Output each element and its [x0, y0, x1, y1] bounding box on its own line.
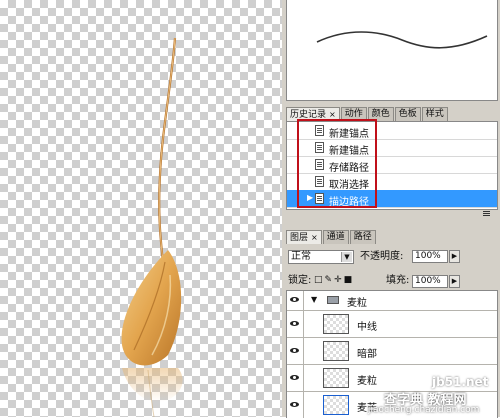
blend-mode-select[interactable]: 正常 ▼ — [288, 250, 354, 264]
layer-name: 暗部 — [357, 349, 377, 360]
wheat-grain-illustration — [121, 37, 183, 417]
lock-transparent-icon[interactable]: □ — [314, 275, 325, 285]
visibility-toggle[interactable] — [287, 291, 304, 310]
close-icon[interactable]: × — [311, 233, 318, 242]
opacity-slider-button[interactable]: ▶ — [449, 250, 460, 263]
layer-name: 中线 — [357, 322, 377, 333]
eye-icon — [290, 402, 299, 407]
tab-paths[interactable]: 路径 — [349, 230, 376, 244]
tab-channels[interactable]: 通道 — [322, 230, 349, 244]
stroke-preview — [286, 0, 498, 101]
lock-move-icon[interactable]: ✛ — [334, 275, 344, 285]
lock-label: 锁定: — [288, 275, 312, 286]
visibility-toggle[interactable] — [287, 392, 304, 418]
opacity-label: 不透明度: — [360, 251, 404, 262]
annotation-highlight-box — [297, 119, 377, 208]
layers-tabbar: 图层 × 通道 路径 — [286, 230, 377, 244]
layer-thumbnail — [323, 341, 349, 361]
tab-label: 图层 — [290, 233, 309, 243]
lock-options[interactable]: □✎✛■ — [314, 275, 354, 285]
tab-layers[interactable]: 图层 × — [286, 230, 322, 244]
layer-name: 麦粒 — [357, 376, 377, 387]
history-footer — [286, 209, 496, 220]
folder-icon — [327, 296, 339, 304]
blend-mode-value: 正常 — [291, 251, 311, 262]
lock-all-icon[interactable]: ■ — [344, 275, 355, 285]
layer-thumbnail — [323, 368, 349, 388]
eye-icon — [290, 321, 299, 326]
fill-input[interactable]: 100% — [412, 275, 448, 288]
eye-icon — [290, 297, 299, 302]
tab-styles[interactable]: 样式 — [421, 107, 448, 121]
layer-thumbnail — [323, 314, 349, 334]
document-canvas[interactable] — [0, 0, 282, 417]
fill-slider-button[interactable]: ▶ — [449, 275, 460, 288]
layer-group-row[interactable]: ▼ 麦粒 — [287, 291, 497, 311]
layer-row[interactable]: 暗部 — [287, 338, 497, 365]
grain-reflection — [122, 368, 183, 403]
layer-group-name: 麦粒 — [347, 298, 367, 309]
chevron-down-icon[interactable]: ▼ — [311, 295, 317, 304]
right-dock: 历史记录 × 动作 颜色 色板 样式 新建锚点 新建锚点 存储路径 取消选择 ▶ … — [282, 0, 500, 418]
tab-swatches[interactable]: 色板 — [394, 107, 421, 121]
close-icon[interactable]: × — [329, 110, 336, 119]
visibility-toggle[interactable] — [287, 311, 304, 337]
fill-label: 填充: — [386, 275, 410, 286]
layer-row[interactable]: 中线 — [287, 311, 497, 338]
visibility-toggle[interactable] — [287, 338, 304, 364]
visibility-toggle[interactable] — [287, 365, 304, 391]
eye-icon — [290, 375, 299, 380]
lock-brush-icon[interactable]: ✎ — [325, 275, 335, 285]
panel-menu-icon[interactable] — [483, 211, 490, 212]
eye-icon — [290, 348, 299, 353]
watermark-url: jiaocheng.chazidian.com — [368, 405, 480, 415]
layer-thumbnail — [323, 395, 349, 415]
chevron-down-icon: ▼ — [341, 252, 352, 262]
watermark-site: jb51.net — [432, 375, 489, 389]
opacity-input[interactable]: 100% — [412, 250, 448, 263]
